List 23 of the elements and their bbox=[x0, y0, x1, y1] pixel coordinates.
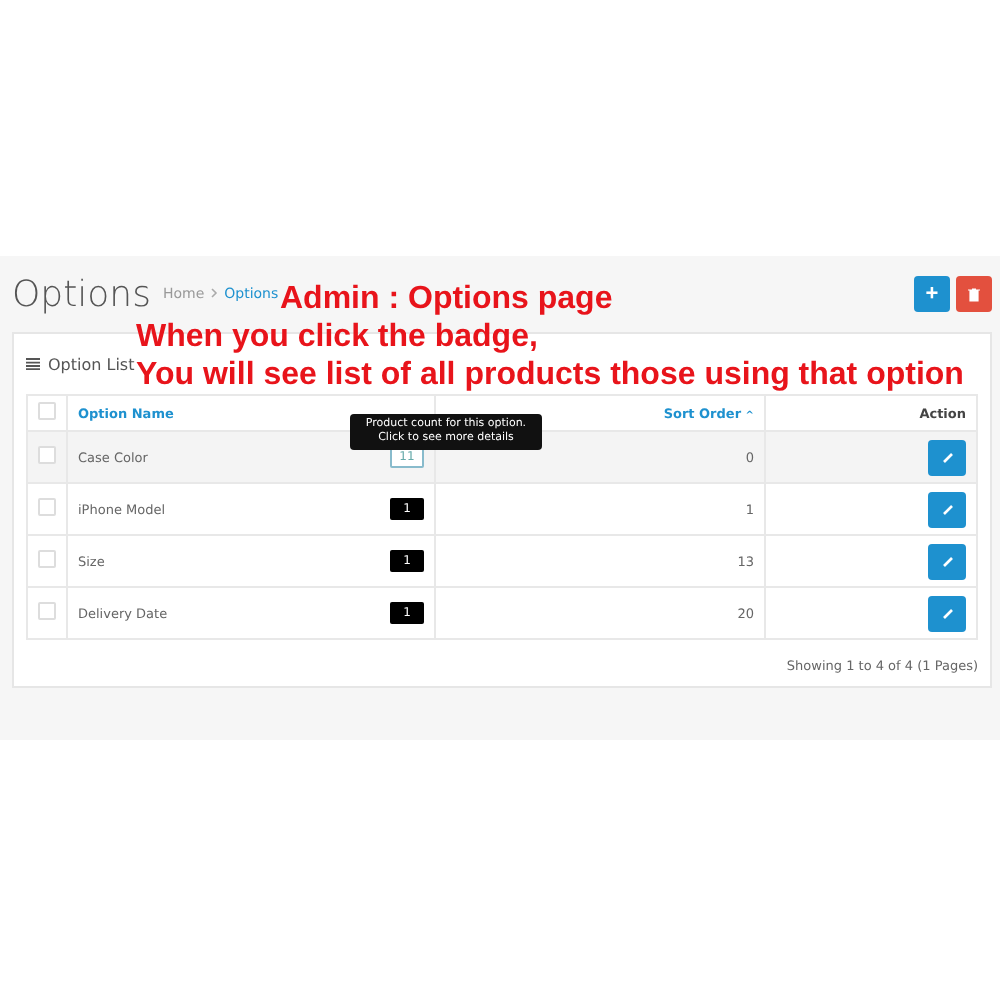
edit-button[interactable] bbox=[928, 439, 966, 475]
pencil-icon bbox=[941, 451, 953, 463]
list-icon bbox=[26, 358, 40, 370]
pencil-icon bbox=[941, 607, 953, 619]
edit-button[interactable] bbox=[928, 543, 966, 579]
row-checkbox[interactable] bbox=[38, 550, 56, 568]
pencil-icon bbox=[941, 555, 953, 567]
row-checkbox[interactable] bbox=[38, 446, 56, 464]
edit-button[interactable] bbox=[928, 595, 966, 631]
annotation-text: Admin : Options page bbox=[280, 280, 613, 318]
page-title: Options bbox=[12, 273, 151, 315]
add-button[interactable]: + bbox=[914, 276, 950, 312]
annotation-text: You will see list of all products those using that option bbox=[136, 356, 964, 394]
row-checkbox[interactable] bbox=[38, 498, 56, 516]
pencil-icon bbox=[941, 503, 953, 515]
row-checkbox[interactable] bbox=[38, 602, 56, 620]
breadcrumb-separator bbox=[210, 286, 219, 302]
panel-title: Option List bbox=[48, 355, 135, 373]
select-all-checkbox[interactable] bbox=[38, 402, 56, 420]
trash-icon bbox=[968, 287, 980, 301]
edit-button[interactable] bbox=[928, 491, 966, 527]
delete-button[interactable] bbox=[956, 276, 992, 312]
annotation-text: When you click the badge, bbox=[136, 318, 538, 356]
